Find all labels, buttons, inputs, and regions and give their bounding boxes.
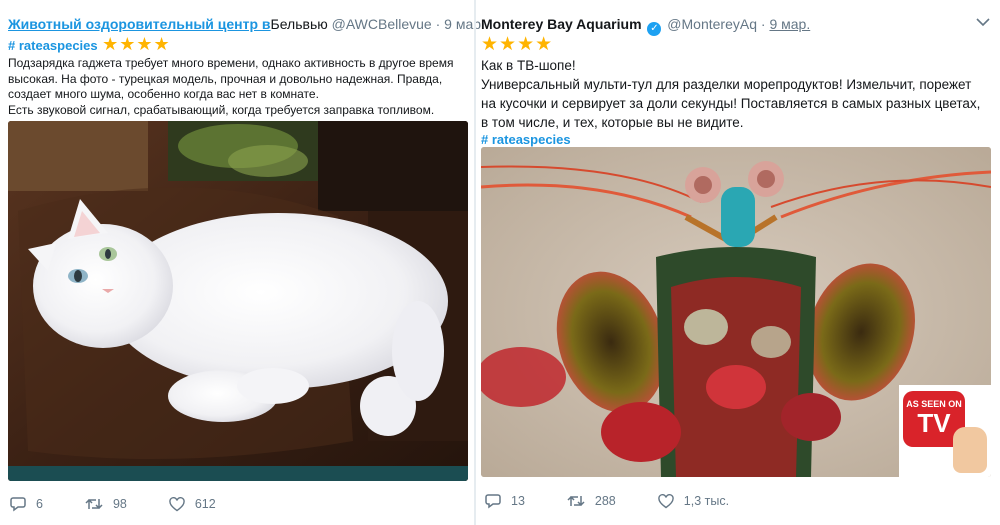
cat-photo-illustration [8, 121, 468, 481]
tweet-header: Животный оздоровительный центр вБельвью … [8, 14, 485, 34]
tweet-text: Как в ТВ-шопе! Универсальный мульти-тул … [481, 56, 996, 132]
star-rating: ★★★★ [102, 34, 171, 54]
tweet-photo-white-cat[interactable] [8, 121, 468, 481]
tweet-text-line: в том числе, и тех, которые вы не видите… [481, 115, 744, 130]
tweet-timestamp[interactable]: 9 мар. [769, 16, 810, 32]
reply-icon [10, 496, 26, 512]
retweet-button[interactable]: 98 [85, 497, 127, 511]
tweet-photo-mantis-shrimp[interactable]: AS SEEN ON TV [481, 147, 991, 477]
retweet-count: 288 [594, 494, 616, 508]
separator-dot: · [760, 16, 766, 32]
tweet-text: Подзарядка гаджета требует много времени… [8, 56, 468, 118]
like-button[interactable]: 612 [169, 496, 216, 512]
chevron-down-icon[interactable] [976, 16, 990, 30]
reply-count: 13 [511, 494, 525, 508]
retweet-icon [85, 497, 103, 511]
separator-dot: · [435, 16, 441, 32]
star-rating: ★★★★ [481, 34, 554, 55]
hashtag-link[interactable]: # rateaspecies [481, 132, 1000, 148]
author-handle[interactable]: @AWCBellevue [332, 16, 432, 32]
reply-button[interactable]: 6 [10, 496, 43, 512]
like-icon [169, 496, 185, 512]
tweet-text-line: создает много шума, особенно когда вас н… [8, 87, 319, 101]
as-seen-on-tv-badge: AS SEEN ON TV [899, 385, 991, 477]
like-icon [658, 493, 674, 509]
tweet-header: Monterey Bay Aquarium ✓ @MontereyAq · 9 … [481, 14, 1000, 36]
tweet-text-line: Как в ТВ-шопе! [481, 58, 576, 73]
like-count: 1,3 тыс. [683, 494, 730, 508]
hashtag-link[interactable]: # rateaspecies [8, 38, 98, 53]
like-count: 612 [194, 497, 216, 511]
verified-icon: ✓ [647, 22, 662, 36]
author-handle[interactable]: @MontereyAq [667, 16, 757, 32]
tweet-text-line: на кусочки и сервирует за доли секунды! … [481, 96, 981, 111]
tweet-text-line: Подзарядка гаджета требует много времени… [8, 56, 454, 70]
tweet-actions: 13 288 1,3 тыс. [485, 493, 757, 509]
tweet-text-line: Есть звуковой сигнал, срабатывающий, ког… [8, 102, 435, 117]
reply-button[interactable]: 13 [485, 493, 525, 509]
like-button[interactable]: 1,3 тыс. [658, 493, 730, 509]
reply-count: 6 [36, 497, 43, 511]
reply-icon [485, 493, 501, 509]
tweet-text-line: Универсальный мульти-тул для разделки мо… [481, 77, 972, 92]
author-name-rest: Бельвью [270, 16, 328, 32]
tweet-text-line: высокая. На фото - турецкая модель, проч… [8, 71, 443, 86]
author-name[interactable]: Monterey Bay Aquarium [481, 16, 642, 32]
tweet-actions: 6 98 612 [10, 496, 244, 512]
retweet-count: 98 [112, 497, 127, 511]
retweet-icon [567, 494, 585, 508]
author-name-link[interactable]: Животный оздоровительный центр в [8, 16, 271, 32]
thumbs-up-icon [953, 427, 987, 473]
retweet-button[interactable]: 288 [567, 494, 616, 508]
